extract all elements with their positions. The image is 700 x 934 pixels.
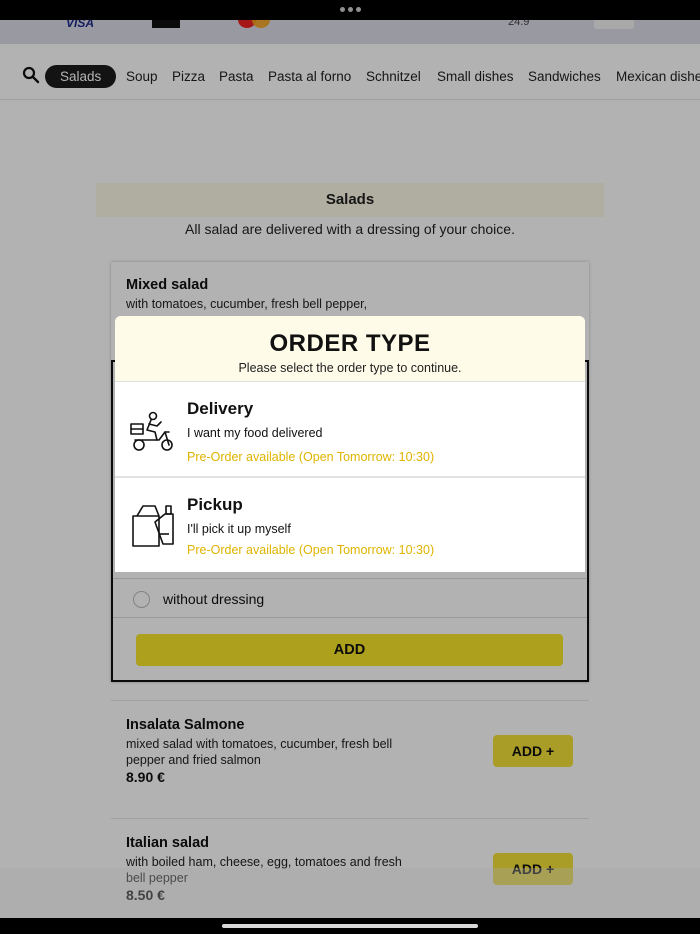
order-option-pickup[interactable]: Pickup I'll pick it up myself Pre-Order … [115, 480, 585, 572]
delivery-scooter-icon [130, 411, 173, 451]
home-indicator-area [0, 918, 700, 934]
order-option-delivery[interactable]: Delivery I want my food delivered Pre-Or… [115, 383, 585, 478]
option-title: Pickup [187, 495, 243, 514]
option-description: I'll pick it up myself [187, 522, 291, 536]
modal-header: ORDER TYPE Please select the order type … [115, 316, 585, 382]
order-type-modal: ORDER TYPE Please select the order type … [115, 316, 585, 572]
modal-subtitle: Please select the order type to continue… [238, 361, 462, 375]
preorder-note: Pre-Order available (Open Tomorrow: 10:3… [187, 450, 435, 464]
home-indicator[interactable] [222, 924, 478, 928]
preorder-note: Pre-Order available (Open Tomorrow: 10:3… [187, 543, 435, 557]
app-screen: VISA 24.9 Salads Soup Pizza Pasta Pasta … [0, 0, 700, 934]
option-description: I want my food delivered [187, 426, 323, 440]
pickup-bag-icon [132, 505, 174, 547]
modal-title: ORDER TYPE [269, 330, 431, 357]
option-title: Delivery [187, 399, 254, 418]
